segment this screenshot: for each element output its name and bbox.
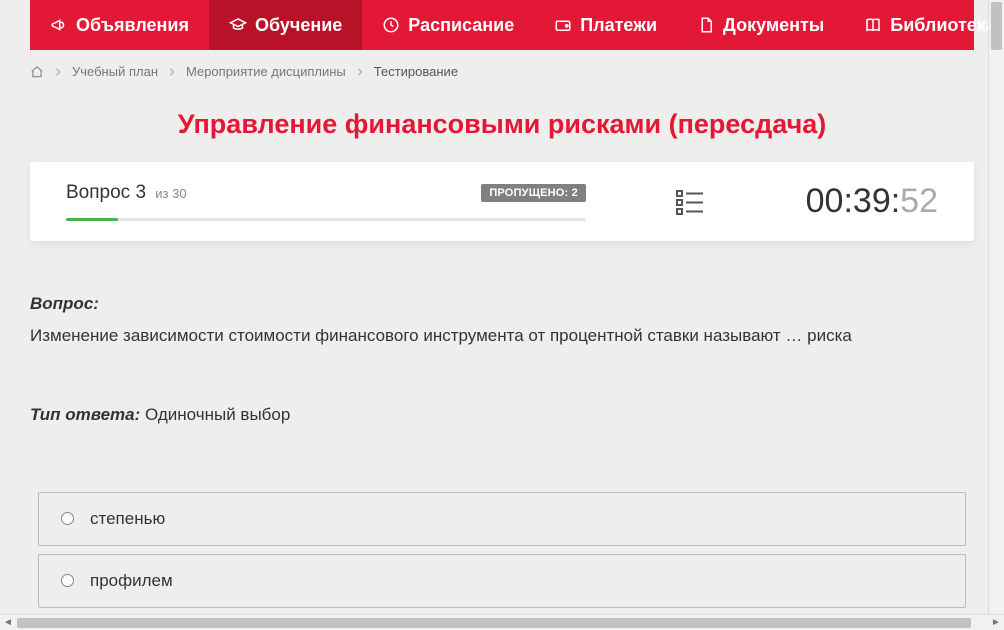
megaphone-icon <box>50 16 68 34</box>
book-icon <box>864 16 882 34</box>
nav-label: Расписание <box>408 15 514 36</box>
scrollbar-thumb[interactable] <box>991 2 1002 50</box>
question-text: Изменение зависимости стоимости финансов… <box>30 323 974 349</box>
horizontal-scrollbar[interactable]: ◄ ► <box>0 614 1004 630</box>
question-number-current: Вопрос 3 <box>66 182 146 203</box>
scrollbar-thumb[interactable] <box>17 618 971 628</box>
wallet-icon <box>554 16 572 34</box>
scrollbar-track[interactable] <box>16 617 988 629</box>
page-title: Управление финансовыми рисками (пересдач… <box>30 93 974 162</box>
answer-option[interactable]: степенью <box>38 492 966 546</box>
scroll-left-arrow-icon[interactable]: ◄ <box>0 615 16 630</box>
question-list-icon[interactable] <box>676 188 704 216</box>
home-icon[interactable] <box>30 65 44 79</box>
question-header-panel: Вопрос 3 из 30 ПРОПУЩЕНО: 2 <box>30 162 974 241</box>
chevron-right-icon <box>54 68 62 76</box>
breadcrumb: Учебный план Мероприятие дисциплины Тест… <box>30 50 974 93</box>
answer-option[interactable]: профилем <box>38 554 966 608</box>
nav-payments[interactable]: Платежи <box>534 0 677 50</box>
breadcrumb-item-current: Тестирование <box>374 64 458 79</box>
radio-icon[interactable] <box>61 512 74 525</box>
nav-documents[interactable]: Документы <box>677 0 844 50</box>
timer: 00:39:52 <box>806 182 938 221</box>
nav-announcements[interactable]: Объявления <box>30 0 209 50</box>
answer-type-label: Тип ответа: <box>30 405 140 424</box>
scroll-right-arrow-icon[interactable]: ► <box>988 615 1004 630</box>
question-number-total: из 30 <box>155 186 186 201</box>
nav-label: Объявления <box>76 15 189 36</box>
breadcrumb-item[interactable]: Мероприятие дисциплины <box>186 64 346 79</box>
nav-education[interactable]: Обучение <box>209 0 362 50</box>
question-number: Вопрос 3 из 30 <box>66 182 187 204</box>
nav-label: Платежи <box>580 15 657 36</box>
answer-option-text: профилем <box>90 571 173 591</box>
nav-label: Библиотека <box>890 15 996 36</box>
answer-type-value: Одиночный выбор <box>145 405 290 424</box>
nav-label: Обучение <box>255 15 342 36</box>
nav-schedule[interactable]: Расписание <box>362 0 534 50</box>
radio-icon[interactable] <box>61 574 74 587</box>
chevron-right-icon <box>168 68 176 76</box>
graduation-cap-icon <box>229 16 247 34</box>
clock-icon <box>382 16 400 34</box>
main-navbar: Объявления Обучение Расписание Платежи <box>30 0 974 50</box>
progress-bar <box>66 218 586 221</box>
skipped-badge: ПРОПУЩЕНО: 2 <box>481 184 586 202</box>
nav-library[interactable]: Библиотека <box>844 0 1004 50</box>
document-icon <box>697 16 715 34</box>
vertical-scrollbar[interactable] <box>988 0 1004 614</box>
timer-seconds: 52 <box>900 182 938 221</box>
progress-bar-fill <box>66 218 118 221</box>
chevron-right-icon <box>356 68 364 76</box>
question-label: Вопрос: <box>30 294 99 313</box>
nav-label: Документы <box>723 15 824 36</box>
timer-main: 00:39: <box>806 182 901 221</box>
question-body: Вопрос: Изменение зависимости стоимости … <box>30 241 974 428</box>
answer-options: степенью профилем вероятностью <box>30 492 974 615</box>
breadcrumb-item[interactable]: Учебный план <box>72 64 158 79</box>
answer-option-text: степенью <box>90 509 165 529</box>
